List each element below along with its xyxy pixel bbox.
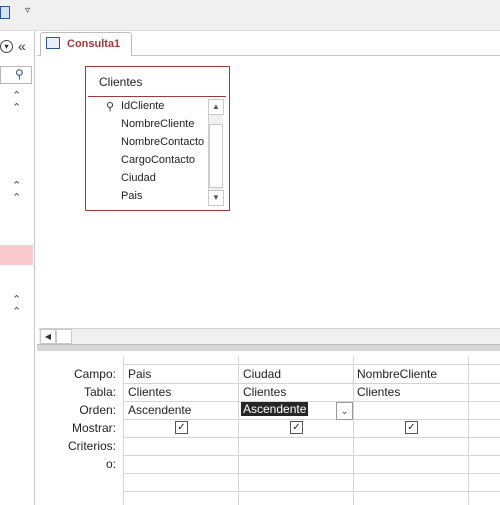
grid-divider	[238, 356, 239, 505]
campo-cell[interactable]: Ciudad	[243, 367, 281, 381]
row-label-o: o:	[105, 457, 116, 471]
row-label-mostrar: Mostrar:	[71, 421, 116, 435]
field-item[interactable]: CargoContacto	[121, 154, 195, 166]
nav-menu-icon[interactable]: ▾	[0, 40, 13, 53]
grid-divider	[123, 356, 124, 505]
tab-label: Consulta1	[67, 38, 121, 50]
grid-divider	[123, 419, 500, 420]
group-collapse-icon[interactable]: ⌃ ⌃	[12, 294, 21, 318]
row-label-criterios: Criterios:	[67, 439, 116, 453]
grid-divider	[123, 491, 500, 492]
group-collapse-icon[interactable]: ⌃ ⌃	[12, 90, 21, 114]
customize-qat-icon[interactable]: ▿	[25, 5, 30, 16]
mostrar-checkbox[interactable]: ✓	[290, 421, 303, 434]
campo-cell[interactable]: NombreCliente	[357, 367, 437, 381]
quick-access-toolbar	[0, 0, 500, 31]
group-collapse-icon[interactable]: ⌃ ⌃	[12, 180, 21, 204]
title-divider	[88, 96, 226, 97]
hscroll-thumb[interactable]	[56, 329, 72, 344]
query-icon	[46, 37, 60, 49]
grid-divider	[123, 383, 500, 384]
grid-divider	[123, 455, 500, 456]
search-icon[interactable]: ⚲	[15, 67, 24, 81]
scroll-thumb[interactable]	[209, 124, 223, 188]
row-label-tabla: Tabla:	[83, 385, 116, 399]
tabla-cell[interactable]: Clientes	[357, 385, 400, 399]
key-icon: ⚲	[106, 101, 115, 113]
grid-divider	[123, 364, 500, 365]
tabla-cell[interactable]: Clientes	[128, 385, 171, 399]
nav-selected-item[interactable]	[0, 245, 33, 265]
field-item[interactable]: NombreCliente	[121, 118, 194, 130]
orden-cell[interactable]: Ascendente	[128, 403, 191, 417]
grid-divider	[353, 356, 354, 505]
row-label-orden: Orden:	[79, 403, 116, 417]
field-item[interactable]: Pais	[121, 190, 142, 202]
tabla-cell[interactable]: Clientes	[243, 385, 286, 399]
scroll-left-icon[interactable]: ◀	[40, 329, 56, 344]
orden-dropdown-button[interactable]: ⌄	[336, 402, 353, 420]
horizontal-scrollbar[interactable]	[39, 328, 500, 344]
field-item[interactable]: Ciudad	[121, 172, 156, 184]
mostrar-checkbox[interactable]: ✓	[175, 421, 188, 434]
grid-divider	[123, 437, 500, 438]
row-label-campo: Campo:	[73, 367, 116, 381]
field-item[interactable]: IdCliente	[121, 100, 164, 112]
field-item[interactable]: NombreContacto	[121, 136, 204, 148]
grid-divider	[123, 401, 500, 402]
view-icon[interactable]	[0, 6, 10, 19]
scroll-up-icon[interactable]: ▲	[208, 99, 224, 115]
mostrar-checkbox[interactable]: ✓	[405, 421, 418, 434]
table-title[interactable]: Clientes	[99, 75, 142, 89]
collapse-pane-icon[interactable]: «	[18, 38, 26, 54]
grid-divider	[468, 356, 469, 505]
campo-cell[interactable]: Pais	[128, 367, 151, 381]
orden-cell-selected[interactable]: Ascendente	[241, 402, 309, 416]
grid-divider	[123, 473, 500, 474]
scroll-down-icon[interactable]: ▼	[208, 190, 224, 206]
